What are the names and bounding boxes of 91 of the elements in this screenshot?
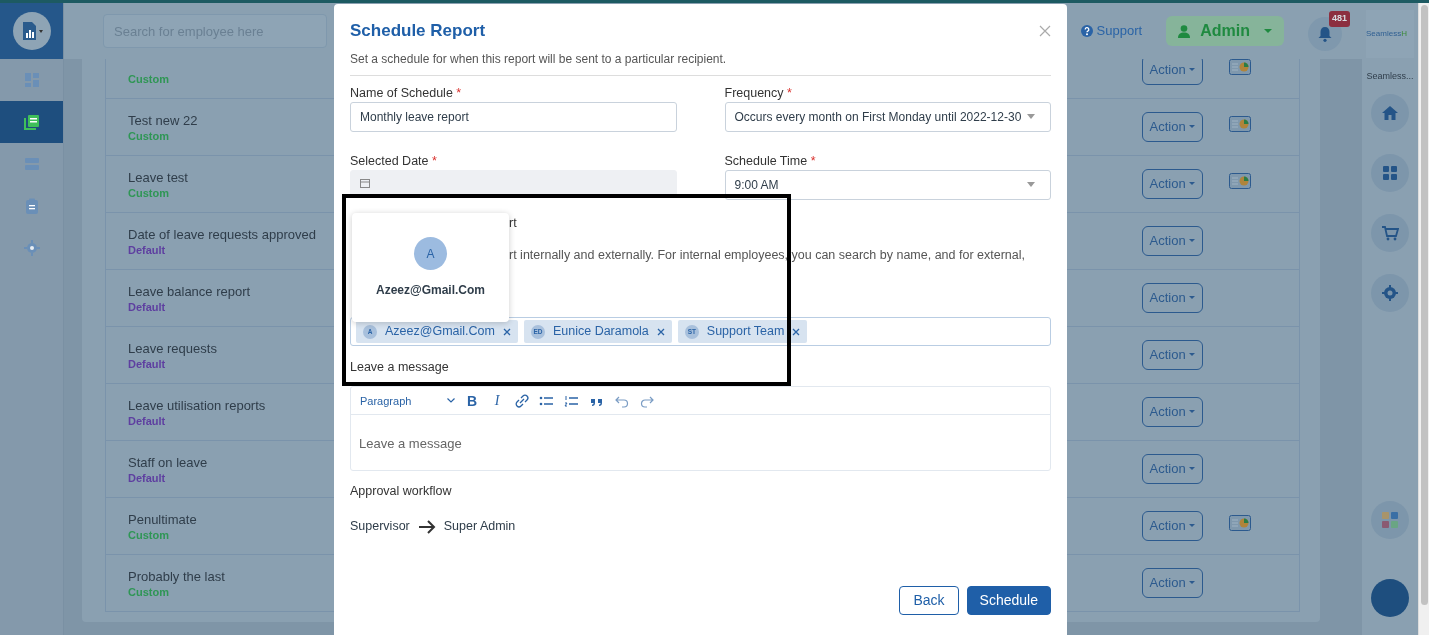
action-button[interactable]: Action <box>1141 397 1203 427</box>
clipboard-icon <box>23 198 40 214</box>
action-button[interactable]: Action <box>1141 511 1203 541</box>
report-type: Custom <box>128 527 169 542</box>
field-label: Schedule Time * <box>724 153 817 169</box>
report-type: Custom <box>128 71 169 86</box>
tiles-icon <box>1381 510 1399 529</box>
menu-shortcut[interactable] <box>1371 273 1409 312</box>
report-type: Default <box>128 470 166 485</box>
report-type: Default <box>128 413 166 428</box>
chevron-icon <box>1027 114 1035 119</box>
report-name: Staff on leave <box>128 453 208 471</box>
format-select[interactable]: Paragraph <box>360 392 455 409</box>
recipients-label: rt <box>509 215 517 230</box>
chart-icon[interactable] <box>1229 515 1251 532</box>
field-label: Frequency * <box>724 85 793 101</box>
menu-shortcut[interactable] <box>1371 153 1409 192</box>
remove-icon[interactable] <box>656 327 665 336</box>
report-icon <box>23 114 40 130</box>
logo-icon[interactable] <box>12 12 51 50</box>
link-icon[interactable] <box>514 392 530 409</box>
apps-icon <box>1381 163 1399 182</box>
scrollbar[interactable] <box>1421 5 1428 605</box>
sidebar-item[interactable] <box>0 101 63 143</box>
arrow-icon <box>417 519 436 534</box>
dashboard-icon <box>23 72 40 88</box>
bold-button[interactable]: B <box>464 392 480 409</box>
italic-button[interactable]: I <box>489 392 505 409</box>
avatar[interactable] <box>1371 578 1409 617</box>
action-button[interactable]: Action <box>1141 283 1203 313</box>
action-button[interactable]: Action <box>1141 226 1203 256</box>
field-label: Selected Date * <box>350 153 438 169</box>
modal-subtitle: Set a schedule for when this report will be sent to a particular recipient. <box>350 49 1051 76</box>
workflow-label: Approval workflow <box>350 484 453 500</box>
action-button[interactable]: Action <box>1141 340 1203 370</box>
schedule-button[interactable]: Schedule <box>966 586 1051 615</box>
workflow-step: Supervisor <box>350 517 410 536</box>
action-button[interactable]: Action <box>1141 169 1203 199</box>
report-type: Default <box>128 356 166 371</box>
report-name: Leave requests <box>128 339 217 357</box>
message-label: Leave a message <box>350 360 450 376</box>
back-button[interactable]: Back <box>899 586 959 615</box>
popup-name: Azeez@Gmail.Com <box>375 282 486 299</box>
report-type: Custom <box>128 128 169 143</box>
report-name: Leave utilisation reports <box>128 396 266 414</box>
report-name: Date of leave requests approved <box>128 225 316 243</box>
calendar-icon <box>360 178 370 188</box>
report-name: Probably the last <box>128 567 225 585</box>
menu-shortcut[interactable] <box>1371 213 1409 252</box>
help-icon <box>1080 25 1093 37</box>
notification-count: 481 <box>1328 11 1350 27</box>
chart-icon[interactable] <box>1229 173 1251 190</box>
chart-icon[interactable] <box>1229 59 1251 76</box>
report-name: Penultimate <box>128 510 197 528</box>
avatar: A <box>414 237 447 270</box>
action-button[interactable]: Action <box>1141 568 1203 598</box>
workflow-step: Super Admin <box>443 517 516 536</box>
brand-logo: SeamlessH <box>1366 10 1414 58</box>
chart-icon[interactable] <box>1229 116 1251 133</box>
chevron-icon <box>447 398 455 404</box>
remove-icon[interactable] <box>502 327 511 336</box>
help-text: rt internally and externally. For internal employees, you can search by name, and for external, <box>509 247 1025 262</box>
message-placeholder: Leave a message <box>359 436 462 452</box>
menu-shortcut[interactable] <box>1371 93 1409 132</box>
action-button[interactable]: Action <box>1141 454 1203 484</box>
report-type: Default <box>128 242 166 257</box>
modal-title: Schedule Report <box>350 20 486 42</box>
person-icon <box>1178 24 1191 38</box>
company-name: Seamless... <box>1366 70 1414 83</box>
close-icon[interactable] <box>1039 24 1051 37</box>
select-field[interactable]: 9:00 AM <box>724 169 1051 200</box>
home-icon <box>1381 103 1399 122</box>
field-label: Name of Schedule * <box>350 85 463 101</box>
report-name: Leave balance report <box>128 282 251 300</box>
bell-icon <box>1318 26 1332 42</box>
chevron-icon <box>1027 182 1035 187</box>
action-button[interactable]: Action <box>1141 112 1203 142</box>
report-name: Test new 22 <box>128 111 198 129</box>
server-icon <box>23 156 40 172</box>
remove-icon[interactable] <box>792 327 801 336</box>
cart-icon <box>1381 223 1399 242</box>
report-type: Custom <box>128 185 169 200</box>
report-type: Default <box>128 299 166 314</box>
text-field[interactable]: Monthly leave report <box>350 101 677 132</box>
menu-shortcut[interactable] <box>1371 500 1409 539</box>
action-button[interactable]: Action <box>1141 59 1203 85</box>
report-type: Custom <box>128 584 169 599</box>
select-field[interactable]: Occurs every month on First Monday until 2022-12-30 <box>724 101 1051 132</box>
date-field[interactable] <box>350 169 677 197</box>
message-editor[interactable]: Paragraph B I Leave a message <box>350 386 1051 472</box>
report-name: Leave test <box>128 168 188 186</box>
